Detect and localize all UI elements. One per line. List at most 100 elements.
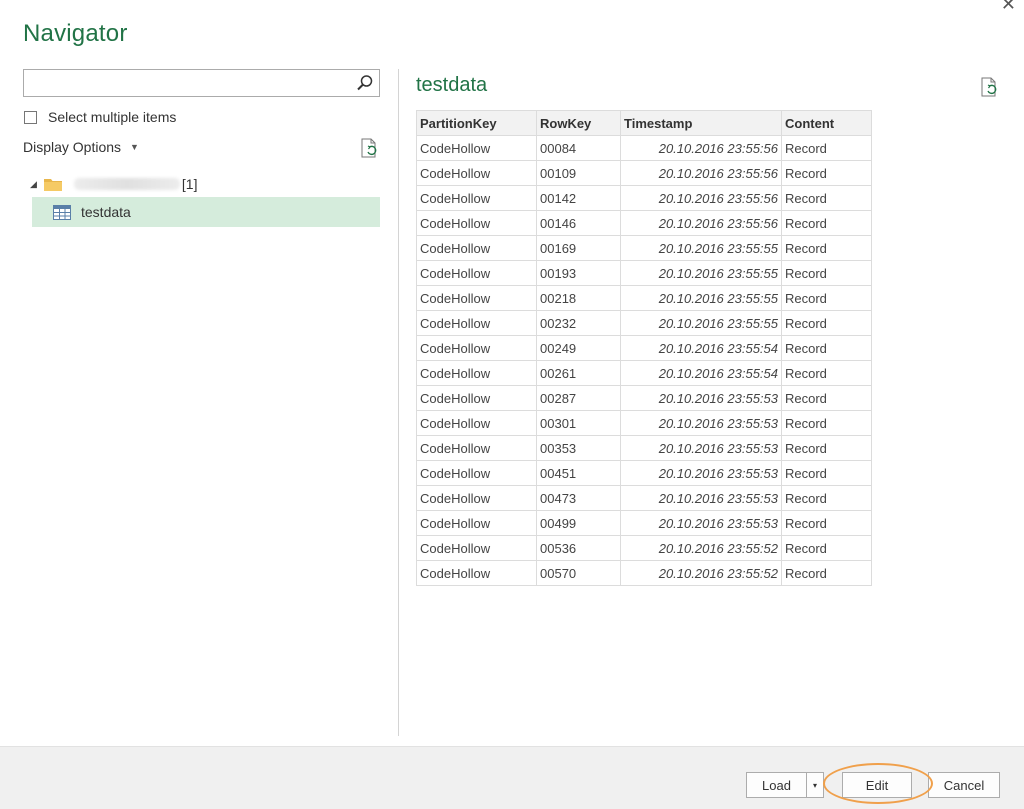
blurred-account-name: [73, 178, 180, 190]
table-cell: 00232: [536, 310, 621, 336]
table-cell: CodeHollow: [416, 185, 537, 211]
table-cell: Record: [781, 410, 872, 436]
table-cell: 20.10.2016 23:55:56: [620, 160, 782, 186]
table-cell: CodeHollow: [416, 285, 537, 311]
table-cell: 20.10.2016 23:55:55: [620, 310, 782, 336]
table-cell: 00287: [536, 385, 621, 411]
table-cell: CodeHollow: [416, 360, 537, 386]
table-cell: 20.10.2016 23:55:55: [620, 285, 782, 311]
preview-table: PartitionKey RowKey Timestamp Content Co…: [416, 110, 872, 586]
table-cell: 00193: [536, 260, 621, 286]
table-row: CodeHollow 00451 20.10.2016 23:55:53 Record: [416, 460, 872, 486]
table-cell: 00451: [536, 460, 621, 486]
select-multiple-label: Select multiple items: [48, 109, 177, 125]
select-multiple-row[interactable]: Select multiple items: [23, 109, 176, 125]
table-cell: 00142: [536, 185, 621, 211]
table-row: CodeHollow 00146 20.10.2016 23:55:56 Record: [416, 210, 872, 236]
table-row: CodeHollow 00499 20.10.2016 23:55:53 Record: [416, 510, 872, 536]
table-row: CodeHollow 00249 20.10.2016 23:55:54 Record: [416, 335, 872, 361]
table-cell: 20.10.2016 23:55:52: [620, 535, 782, 561]
column-header[interactable]: Content: [781, 110, 872, 136]
table-cell: CodeHollow: [416, 460, 537, 486]
table-cell: Record: [781, 360, 872, 386]
navigator-dialog: ✕ Navigator Select multiple items Displa…: [0, 0, 1024, 809]
table-row: CodeHollow 00287 20.10.2016 23:55:53 Record: [416, 385, 872, 411]
table-cell: 20.10.2016 23:55:53: [620, 435, 782, 461]
tree-item-label: testdata: [81, 204, 131, 220]
table-cell: Record: [781, 510, 872, 536]
table-cell: 20.10.2016 23:55:53: [620, 510, 782, 536]
table-cell: CodeHollow: [416, 510, 537, 536]
cancel-button[interactable]: Cancel: [928, 772, 1000, 798]
table-cell: CodeHollow: [416, 260, 537, 286]
table-row: CodeHollow 00109 20.10.2016 23:55:56 Record: [416, 160, 872, 186]
table-cell: Record: [781, 235, 872, 261]
table-cell: 00084: [536, 135, 621, 161]
search-input[interactable]: [24, 70, 344, 96]
table-cell: Record: [781, 335, 872, 361]
table-cell: Record: [781, 385, 872, 411]
table-cell: CodeHollow: [416, 335, 537, 361]
table-cell: 00536: [536, 535, 621, 561]
folder-icon: [43, 178, 62, 191]
table-cell: CodeHollow: [416, 410, 537, 436]
table-cell: 20.10.2016 23:55:56: [620, 210, 782, 236]
table-cell: CodeHollow: [416, 135, 537, 161]
table-cell: 00109: [536, 160, 621, 186]
column-header[interactable]: PartitionKey: [416, 110, 537, 136]
table-cell: 00473: [536, 485, 621, 511]
table-row: CodeHollow 00353 20.10.2016 23:55:53 Record: [416, 435, 872, 461]
tree-root-count: [1]: [181, 176, 198, 192]
table-cell: Record: [781, 210, 872, 236]
refresh-icon[interactable]: [360, 138, 378, 158]
table-cell: CodeHollow: [416, 560, 537, 586]
table-cell: 00169: [536, 235, 621, 261]
table-row: CodeHollow 00218 20.10.2016 23:55:55 Record: [416, 285, 872, 311]
table-cell: 20.10.2016 23:55:56: [620, 185, 782, 211]
table-cell: CodeHollow: [416, 435, 537, 461]
table-cell: Record: [781, 435, 872, 461]
expand-triangle-icon[interactable]: ◢: [30, 179, 37, 190]
table-cell: CodeHollow: [416, 310, 537, 336]
table-icon: [53, 204, 71, 220]
tree-root-node[interactable]: ◢ [1]: [30, 173, 198, 195]
table-cell: 20.10.2016 23:55:54: [620, 335, 782, 361]
table-cell: Record: [781, 260, 872, 286]
table-row: CodeHollow 00232 20.10.2016 23:55:55 Record: [416, 310, 872, 336]
table-cell: 20.10.2016 23:55:53: [620, 385, 782, 411]
column-header[interactable]: RowKey: [536, 110, 621, 136]
search-box[interactable]: [23, 69, 380, 97]
table-row: CodeHollow 00193 20.10.2016 23:55:55 Record: [416, 260, 872, 286]
table-row: CodeHollow 00301 20.10.2016 23:55:53 Record: [416, 410, 872, 436]
chevron-down-icon: ▼: [130, 142, 139, 152]
table-cell: 20.10.2016 23:55:52: [620, 560, 782, 586]
refresh-preview-icon[interactable]: [980, 77, 998, 97]
table-cell: 00146: [536, 210, 621, 236]
table-cell: Record: [781, 560, 872, 586]
select-multiple-checkbox[interactable]: [24, 110, 37, 124]
table-cell: 20.10.2016 23:55:53: [620, 460, 782, 486]
display-options-dropdown[interactable]: Display Options ▼: [23, 139, 139, 155]
pane-divider[interactable]: [398, 69, 399, 736]
table-cell: 00499: [536, 510, 621, 536]
table-cell: Record: [781, 310, 872, 336]
table-cell: Record: [781, 460, 872, 486]
load-button[interactable]: Load: [746, 772, 807, 798]
table-row: CodeHollow 00536 20.10.2016 23:55:52 Record: [416, 535, 872, 561]
table-cell: 20.10.2016 23:55:55: [620, 260, 782, 286]
close-button[interactable]: ✕: [1001, 0, 1016, 15]
edit-button[interactable]: Edit: [842, 772, 912, 798]
table-cell: Record: [781, 285, 872, 311]
search-icon[interactable]: [356, 74, 374, 92]
column-header[interactable]: Timestamp: [620, 110, 782, 136]
table-row: CodeHollow 00142 20.10.2016 23:55:56 Record: [416, 185, 872, 211]
tree-item-testdata[interactable]: testdata: [32, 197, 380, 227]
table-cell: 00218: [536, 285, 621, 311]
dialog-title: Navigator: [23, 20, 128, 47]
table-cell: 00570: [536, 560, 621, 586]
table-row: CodeHollow 00261 20.10.2016 23:55:54 Record: [416, 360, 872, 386]
table-cell: CodeHollow: [416, 385, 537, 411]
table-cell: CodeHollow: [416, 210, 537, 236]
load-options-dropdown[interactable]: ▾: [806, 772, 824, 798]
preview-title: testdata: [416, 74, 488, 96]
